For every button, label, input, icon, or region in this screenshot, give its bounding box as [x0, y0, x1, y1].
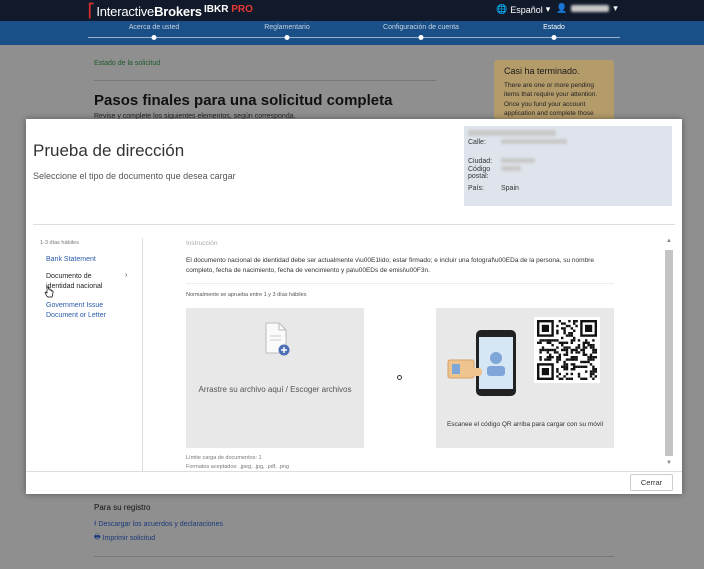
drop-zone-label: Arrastre su archivo aquí / Escoger archi… — [198, 385, 352, 394]
brand-suffix: Brokers — [154, 3, 202, 19]
doc-option-national-id[interactable]: Documento de identidad nacional — [46, 272, 110, 292]
timing-label: 1-3 días hábiles — [40, 240, 79, 246]
print-link-label: Imprimir solicitud — [102, 535, 156, 542]
page-title: Pasos finales para una solicitud complet… — [94, 92, 393, 109]
modal-title: Prueba de dirección — [33, 141, 185, 160]
progress-steps: Acerca de usted Reglamentario Configurac… — [0, 21, 704, 45]
chevron-right-icon: › — [125, 272, 128, 279]
upload-limit-text: Límite carga de documentos: 1 — [186, 455, 262, 461]
registry-title: Para su registro — [94, 503, 151, 512]
step-dot-config — [418, 35, 424, 40]
city-redacted — [501, 158, 535, 163]
step-label-status: Estado — [543, 24, 565, 31]
brand-prefix: Interactive — [96, 3, 155, 19]
progress-line — [88, 37, 620, 38]
divider — [94, 556, 614, 557]
country-value: Spain — [501, 185, 519, 192]
address-card: Calle: Ciudad: Código postal: País: Spain — [464, 126, 672, 206]
brand-mark-icon: ⎡ — [88, 3, 95, 18]
postal-redacted — [501, 166, 521, 171]
approval-note: Normalmente se aprueba entre 1 y 3 días … — [186, 292, 307, 298]
notice-card: Casi ha terminado. There are one or more… — [494, 60, 614, 122]
scroll-down-icon[interactable]: ▼ — [666, 460, 672, 466]
divider — [33, 224, 675, 225]
file-drop-zone[interactable]: Arrastre su archivo aquí / Escoger archi… — [186, 308, 364, 448]
doc-option-bank-statement[interactable]: Bank Statement — [46, 255, 126, 265]
hand-cursor-icon — [44, 286, 54, 298]
modal-subtitle: Seleccione el tipo de documento que dese… — [33, 171, 236, 181]
notice-title: Casi ha terminado. — [504, 66, 580, 76]
user-menu[interactable]: 👤 ▾ — [556, 3, 618, 14]
status-label: Estado de la solicitud — [94, 60, 161, 67]
scrollbar[interactable]: ▲ ▼ — [665, 238, 673, 471]
globe-icon: 🌐 — [496, 4, 508, 14]
chevron-down-icon: ▾ — [613, 3, 618, 13]
qr-upload-box: Escanee el código QR arriba para cargar … — [436, 308, 614, 448]
divider — [94, 80, 436, 81]
qr-code-icon — [537, 320, 597, 380]
top-bar: ⎡ Interactive Brokers IBKR PRO 🌐 Español … — [0, 0, 704, 21]
proof-of-address-modal: Prueba de dirección Seleccione el tipo d… — [26, 119, 682, 494]
doc-option-government-letter[interactable]: Government Issue Document or Letter — [46, 301, 126, 321]
instruction-label: Instrucción — [186, 240, 218, 247]
step-dot-regulatory — [284, 35, 290, 40]
notice-text: There are one or more pending items that… — [504, 82, 598, 118]
divider — [186, 283, 614, 284]
step-label-about: Acerca de usted — [128, 24, 180, 31]
step-dot-about — [151, 35, 157, 40]
street-label: Calle: — [468, 139, 486, 146]
close-button[interactable]: Cerrar — [630, 474, 673, 491]
step-dot-status — [551, 35, 557, 40]
step-label-config: Configuración de cuenta — [383, 24, 459, 31]
step-label-regulatory: Reglamentario — [264, 24, 310, 31]
username-redacted — [571, 5, 610, 12]
modal-footer-divider — [26, 471, 682, 472]
print-application-link[interactable]: 🖶 Imprimir solicitud — [94, 533, 155, 544]
city-label: Ciudad: — [468, 158, 493, 165]
phone-id-illustration — [447, 330, 516, 396]
name-redacted — [468, 130, 556, 136]
street-redacted — [501, 139, 567, 144]
language-label: Español — [510, 4, 543, 15]
postal-label: Código postal: — [468, 166, 491, 180]
upload-panel: Instrucción El documento nacional de ide… — [184, 240, 631, 473]
user-icon: 👤 — [556, 3, 568, 13]
brand-logo[interactable]: ⎡ Interactive Brokers — [88, 3, 202, 19]
option-radio[interactable] — [397, 375, 402, 380]
language-selector[interactable]: 🌐 Español ▾ — [496, 4, 550, 15]
file-add-icon — [265, 322, 290, 356]
product-name: IBKR — [204, 4, 229, 15]
chevron-down-icon: ▾ — [545, 4, 551, 14]
product-badge: IBKR PRO — [204, 4, 253, 15]
download-agreements-link[interactable]: ⭳ Descargar los acuerdos y declaraciones — [94, 519, 223, 530]
download-icon: ⭳ — [94, 520, 97, 527]
scroll-up-icon[interactable]: ▲ — [666, 238, 672, 244]
scrollbar-thumb[interactable] — [665, 250, 673, 456]
qr-code — [534, 317, 600, 383]
instruction-text: El documento nacional de identidad debe … — [186, 257, 594, 274]
download-link-label: Descargar los acuerdos y declaraciones — [98, 521, 223, 528]
product-tier: PRO — [231, 4, 253, 15]
upload-limits: Límite carga de documentos: 1 Formatos a… — [186, 454, 289, 472]
qr-instruction: Escanee el código QR arriba para cargar … — [446, 421, 604, 428]
print-icon: 🖶 — [94, 534, 101, 541]
country-label: País: — [468, 185, 484, 192]
document-type-list: 1-3 días hábiles Bank Statement Document… — [33, 238, 143, 471]
